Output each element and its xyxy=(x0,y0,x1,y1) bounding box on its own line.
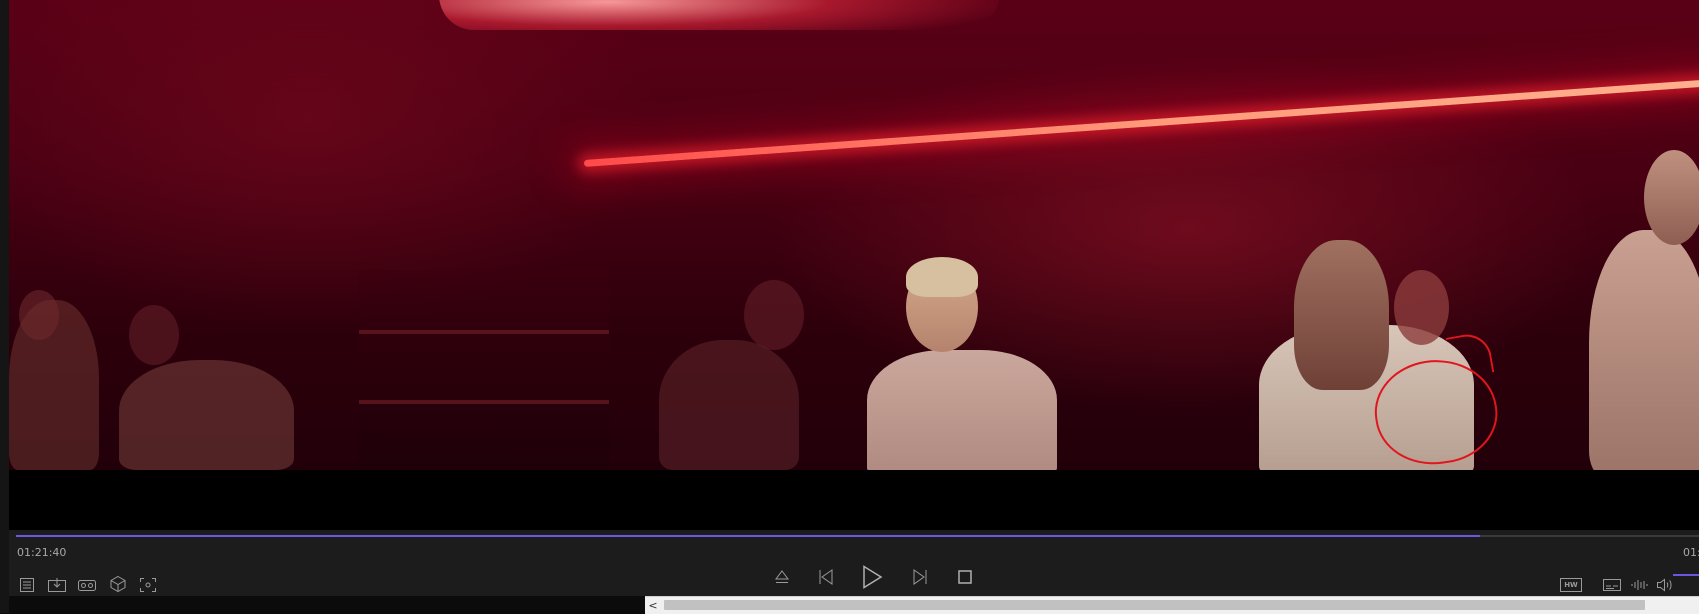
neon-light-tube xyxy=(583,78,1699,167)
seek-progress xyxy=(16,535,1481,537)
audio-track-button[interactable] xyxy=(1629,575,1651,595)
subtitles-button[interactable] xyxy=(1600,575,1624,595)
download-button[interactable] xyxy=(46,575,68,595)
play-icon xyxy=(863,565,883,589)
screenshot-icon xyxy=(140,578,156,592)
scroll-thumb[interactable] xyxy=(664,600,1645,610)
background-shelf xyxy=(359,270,609,470)
audio-track-icon xyxy=(1631,580,1648,590)
scroll-left-arrow-icon: < xyxy=(648,598,658,612)
horizontal-scrollbar[interactable]: < xyxy=(645,596,1699,614)
eject-button[interactable] xyxy=(772,566,792,588)
play-button[interactable] xyxy=(859,563,885,591)
volume-button[interactable] xyxy=(1655,575,1675,595)
eject-icon xyxy=(775,570,789,583)
total-time: 01: xyxy=(1683,546,1699,559)
previous-button[interactable] xyxy=(815,566,837,588)
stop-icon xyxy=(958,570,972,584)
letterbox-bar xyxy=(9,470,1699,530)
previous-track-icon xyxy=(819,569,833,585)
playlist-button[interactable] xyxy=(17,575,37,595)
download-icon xyxy=(48,578,66,592)
3d-button[interactable] xyxy=(108,574,128,594)
current-time: 01:21:40 xyxy=(17,546,67,559)
hw-decoding-button[interactable]: HW xyxy=(1559,575,1583,595)
volume-icon xyxy=(1657,578,1672,592)
3d-cube-icon xyxy=(110,575,126,593)
stop-button[interactable] xyxy=(955,567,975,587)
vr-button[interactable] xyxy=(76,575,98,595)
annotation-circle-tail xyxy=(1445,330,1495,380)
playlist-icon xyxy=(20,578,34,592)
man-right xyxy=(1589,230,1699,470)
scroll-left-button[interactable]: < xyxy=(645,597,661,613)
video-player[interactable]: 01:21:40 01: HW xyxy=(9,0,1699,596)
video-frame[interactable] xyxy=(9,0,1699,470)
window-left-edge xyxy=(0,0,9,613)
screenshot-button[interactable] xyxy=(137,575,159,595)
person-background-center xyxy=(659,340,799,470)
vr-headset-icon xyxy=(78,580,96,591)
player-control-bar: 01:21:40 01: HW xyxy=(9,530,1699,596)
seek-bar[interactable] xyxy=(16,535,1699,537)
subtitles-icon xyxy=(1603,579,1621,591)
next-button[interactable] xyxy=(909,566,931,588)
hw-decoding-icon: HW xyxy=(1560,578,1582,592)
surprised-woman xyxy=(867,350,1057,470)
person-left-2 xyxy=(119,360,294,470)
ceiling-light xyxy=(439,0,999,30)
next-track-icon xyxy=(913,569,927,585)
volume-slider[interactable] xyxy=(1673,574,1699,576)
